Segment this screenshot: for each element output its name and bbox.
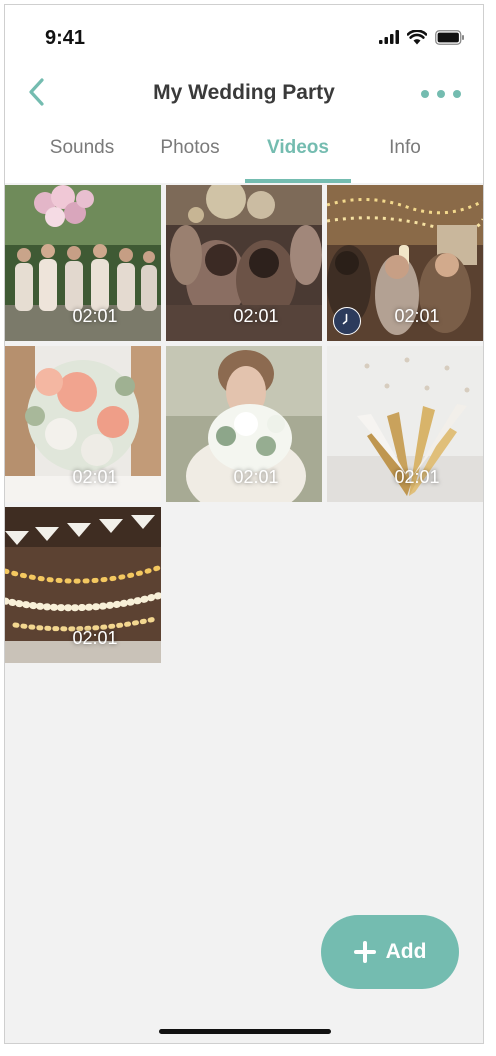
tab-photos[interactable]: Photos (129, 137, 251, 177)
more-dots-icon (421, 90, 429, 98)
video-tile[interactable]: 02:01 (166, 185, 322, 341)
status-icons (379, 29, 465, 45)
video-duration: 02:01 (394, 306, 440, 326)
video-tile[interactable]: 02:01 (327, 185, 483, 341)
wifi-icon (407, 29, 427, 44)
battery-icon (435, 29, 464, 45)
video-tile[interactable]: 02:01 (166, 346, 322, 502)
video-duration: 02:01 (394, 467, 440, 487)
status-bar: 9:41 (5, 5, 483, 65)
video-tile[interactable]: 02:01 (327, 346, 483, 502)
tab-info[interactable]: Info (345, 137, 465, 177)
video-tile[interactable]: 02:01 (5, 346, 161, 502)
tab-sounds[interactable]: Sounds (21, 137, 143, 177)
video-duration: 02:01 (72, 467, 118, 487)
header: 9:41 My Wedding Party Sounds Photos Vide… (5, 5, 483, 183)
tab-bar: Sounds Photos Videos Info (5, 131, 483, 183)
plus-icon (353, 941, 376, 963)
video-duration: 02:01 (233, 467, 279, 487)
video-duration: 02:01 (72, 306, 118, 326)
add-button-label: Add (385, 940, 427, 963)
video-tile[interactable]: 02:01 (5, 507, 161, 663)
more-dots-icon (453, 90, 461, 98)
active-tab-indicator (245, 179, 351, 183)
video-duration: 02:01 (72, 628, 118, 648)
home-indicator[interactable] (159, 1029, 331, 1034)
more-dots-icon (437, 90, 445, 98)
more-options-button[interactable] (421, 81, 461, 107)
nav-bar: My Wedding Party (5, 67, 483, 119)
signal-icon (379, 30, 399, 44)
status-time: 9:41 (45, 27, 86, 49)
page-title: My Wedding Party (153, 81, 335, 104)
phone-screen: 9:41 My Wedding Party Sounds Photos Vide… (4, 4, 484, 1044)
add-button[interactable]: Add (321, 915, 459, 989)
tab-videos[interactable]: Videos (237, 137, 359, 177)
video-tile[interactable]: 02:01 (5, 185, 161, 341)
video-duration: 02:01 (233, 306, 279, 326)
